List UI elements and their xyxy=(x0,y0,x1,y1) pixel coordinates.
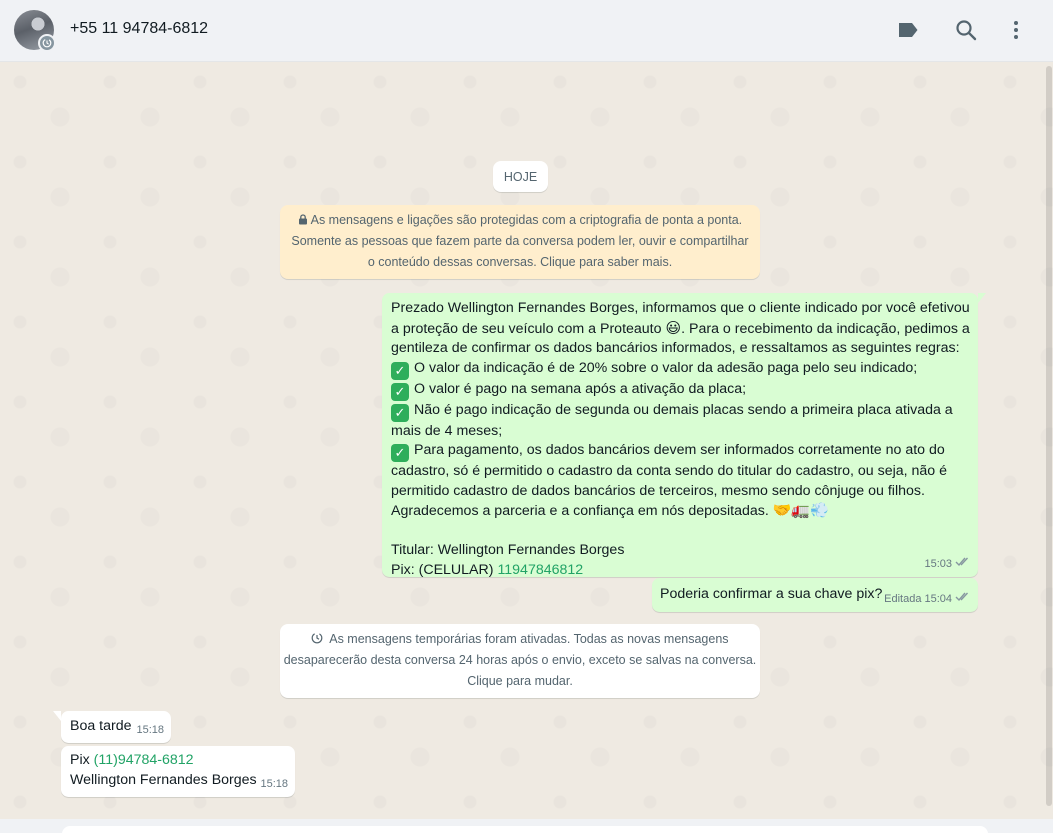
menu-icon[interactable] xyxy=(1004,18,1028,42)
msg-line: a proteção de seu veículo com a Proteaut… xyxy=(391,318,970,340)
msg-line: Titular: Wellington Fernandes Borges xyxy=(391,542,625,558)
msg-text: Pix: (CELULAR) xyxy=(391,561,498,578)
message-meta: 15:18 xyxy=(260,775,288,795)
timer-badge-icon xyxy=(38,34,56,52)
msg-text: a proteção de seu veículo com a Proteaut… xyxy=(391,320,662,337)
msg-line: cadastro, só é permitido o cadastro da c… xyxy=(391,463,948,479)
encryption-line-3: o conteúdo dessas conversas. Clique para… xyxy=(367,255,673,269)
edited-label: Editada xyxy=(884,592,922,605)
chat-scrollbar[interactable] xyxy=(1045,62,1053,819)
date-chip: HOJE xyxy=(493,161,548,192)
temp-line-1: As mensagens temporárias foram ativadas.… xyxy=(329,632,729,646)
msg-text: O valor da indicação é de 20% sobre o va… xyxy=(414,359,918,376)
pix-phone-link[interactable]: (11)94784-6812 xyxy=(94,752,194,768)
chat-header: +55 11 94784-6812 xyxy=(0,0,1053,62)
msg-line: permitido cadastro de dados bancários de… xyxy=(391,482,925,499)
msg-line: ✓ Não é pago indicação de segunda ou dema… xyxy=(391,401,969,422)
message-meta: 15:03 xyxy=(924,555,971,575)
timer-icon xyxy=(311,632,329,646)
msg-text: O valor é pago na semana após a ativação… xyxy=(414,380,747,397)
outgoing-message-confirm[interactable]: Poderia confirmar a sua chave pix? Edita… xyxy=(652,578,978,612)
msg-text: . Para o recebimento da indicação, pedim… xyxy=(681,320,970,337)
bubble-tail xyxy=(53,711,61,721)
check-mark-icon: ✓ xyxy=(391,382,409,401)
message-time: 15:18 xyxy=(136,723,164,736)
search-icon[interactable] xyxy=(954,18,978,42)
check-mark-icon: ✓ xyxy=(391,403,409,422)
msg-text: Boa tarde xyxy=(70,718,132,734)
msg-line: Prezado Wellington Fernandes Borges, inf… xyxy=(391,300,970,316)
msg-text: Para pagamento, os dados bancários devem… xyxy=(414,442,945,458)
check-mark-icon: ✓ xyxy=(391,444,409,462)
msg-line: ✓ O valor é pago na semana após a ativaçã… xyxy=(391,380,969,401)
msg-text: Não é pago indicação de segunda ou demai… xyxy=(414,401,953,418)
handshake-truck-emoji-icon: 🤝🚛💨 xyxy=(772,501,829,519)
msg-text: Agradecemos a parceria e a confiança em … xyxy=(391,503,769,519)
lock-icon xyxy=(298,213,311,227)
label-icon[interactable] xyxy=(896,18,920,42)
msg-line: mais de 4 meses; xyxy=(391,422,503,439)
smile-emoji-icon: 😃 xyxy=(665,318,682,337)
msg-line: gentileza de confirmar os dados bancário… xyxy=(391,340,960,356)
encryption-line-1: As mensagens e ligações são protegidas c… xyxy=(310,213,743,227)
double-check-icon xyxy=(955,555,971,575)
message-input[interactable] xyxy=(62,826,988,833)
msg-text: Pix xyxy=(70,752,94,768)
msg-line: ✓ Para pagamento, os dados bancários deve… xyxy=(391,441,969,462)
incoming-message-greeting[interactable]: Boa tarde 15:18 xyxy=(53,711,171,743)
temp-line-3: Clique para mudar. xyxy=(467,674,573,688)
chat-panel[interactable]: HOJE As mensagens e ligações são protegi… xyxy=(0,62,1053,819)
double-check-icon xyxy=(955,590,971,610)
bubble-tail xyxy=(978,293,986,303)
outgoing-message-main[interactable]: Prezado Wellington Fernandes Borges, inf… xyxy=(382,293,986,578)
pix-phone-link[interactable]: 11947846812 xyxy=(497,562,583,578)
message-meta: Editada 15:04 xyxy=(884,590,971,610)
temp-line-2: desaparecerão desta conversa 24 horas ap… xyxy=(283,653,757,667)
message-time: 15:04 xyxy=(924,592,952,605)
encryption-notice[interactable]: As mensagens e ligações são protegidas c… xyxy=(280,205,760,279)
message-time: 15:18 xyxy=(260,777,288,790)
incoming-message-pix[interactable]: Pix (11)94784-6812 Wellington Fernandes … xyxy=(61,746,295,797)
msg-text: Poderia confirmar a sua chave pix? xyxy=(660,586,883,602)
temporary-messages-notice[interactable]: As mensagens temporárias foram ativadas.… xyxy=(280,624,760,698)
check-mark-icon: ✓ xyxy=(391,361,409,380)
msg-line: ✓ O valor da indicação é de 20% sobre o v… xyxy=(391,359,969,380)
message-meta: 15:18 xyxy=(136,721,164,741)
message-time: 15:03 xyxy=(924,557,952,570)
scroll-thumb[interactable] xyxy=(1046,66,1052,806)
msg-spacer xyxy=(391,522,969,542)
encryption-line-2: Somente as pessoas que fazem parte da co… xyxy=(291,234,749,248)
contact-name[interactable]: +55 11 94784-6812 xyxy=(70,20,208,38)
msg-line: Agradecemos a parceria e a confiança em … xyxy=(391,501,969,522)
